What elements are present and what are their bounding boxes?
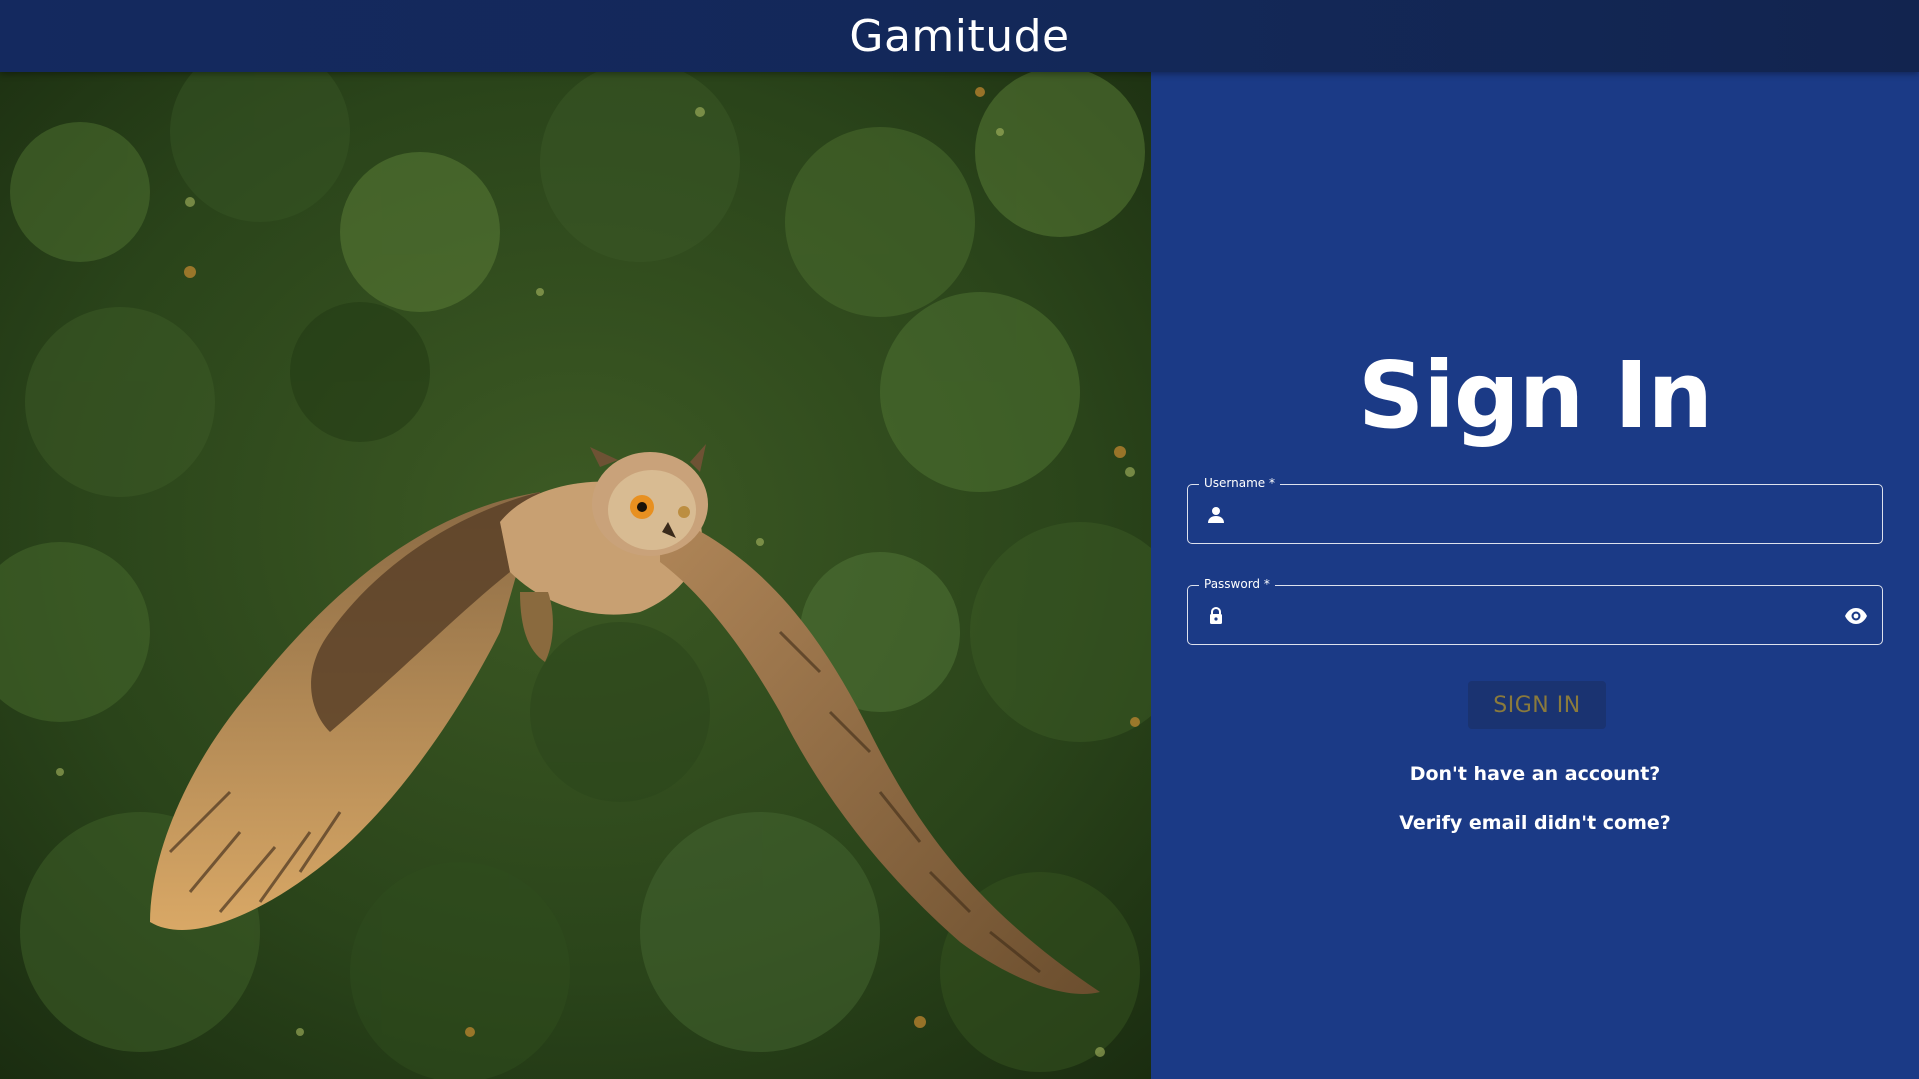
- verify-email-link[interactable]: Verify email didn't come?: [1151, 812, 1919, 834]
- hero-owl-photo: [0, 72, 1151, 1079]
- eye-icon[interactable]: [1844, 605, 1868, 627]
- password-input[interactable]: [1240, 586, 1824, 646]
- lock-icon: [1206, 606, 1226, 626]
- password-field[interactable]: Password *: [1187, 576, 1883, 646]
- sign-in-button[interactable]: SIGN IN: [1468, 681, 1606, 729]
- username-input[interactable]: [1240, 485, 1824, 545]
- username-field[interactable]: Username *: [1187, 475, 1883, 545]
- app-header: Gamitude: [0, 0, 1919, 72]
- app-title: Gamitude: [849, 10, 1070, 62]
- sign-in-panel: Sign In Username * Password * SIGN IN Do…: [1151, 72, 1919, 1079]
- person-icon: [1206, 505, 1226, 525]
- sign-in-heading: Sign In: [1358, 342, 1713, 449]
- register-link[interactable]: Don't have an account?: [1151, 763, 1919, 785]
